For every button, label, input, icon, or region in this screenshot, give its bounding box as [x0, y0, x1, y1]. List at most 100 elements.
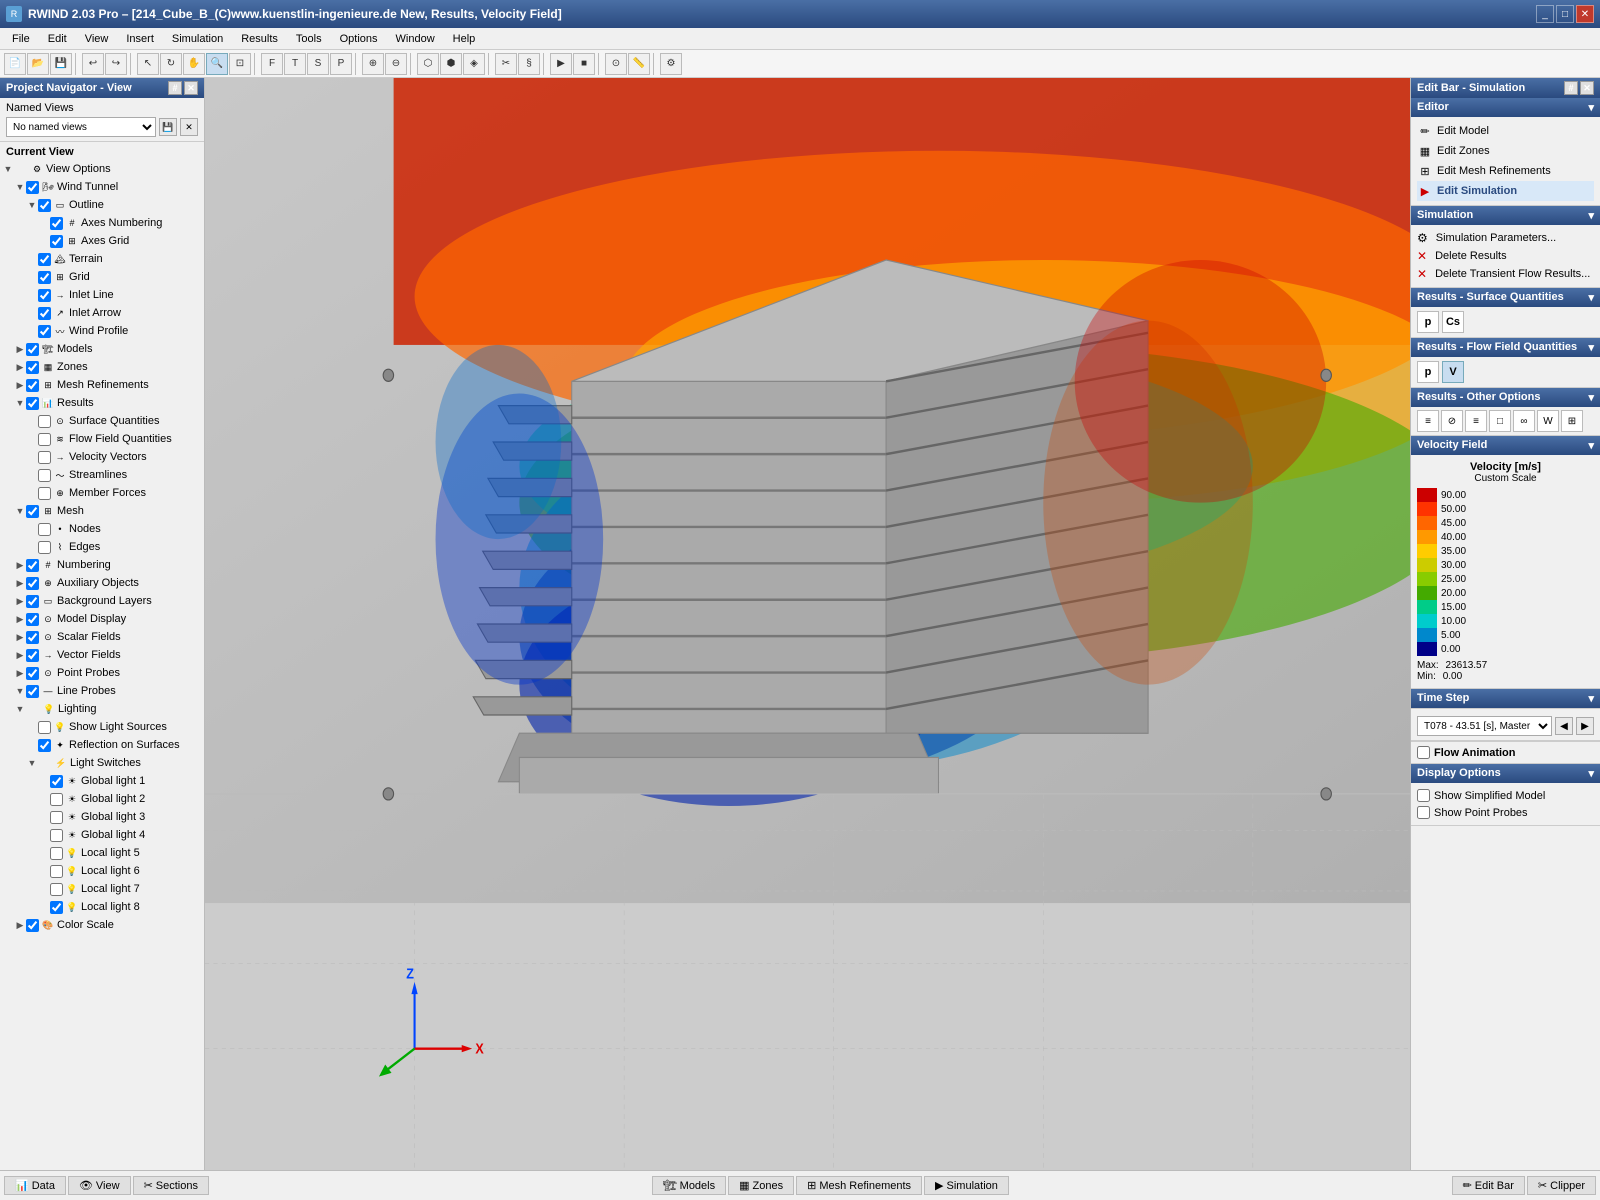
tree-check-edges[interactable] — [38, 541, 51, 554]
tree-item-local-light-6[interactable]: 💡Local light 6 — [0, 862, 204, 880]
tree-check-streamlines[interactable] — [38, 469, 51, 482]
mesh-refinements-tab[interactable]: ⊞ Mesh Refinements — [796, 1176, 922, 1195]
tree-item-terrain[interactable]: 🏔Terrain — [0, 250, 204, 268]
tb-select[interactable]: ↖ — [137, 53, 159, 75]
save-view-btn[interactable]: 💾 — [159, 118, 177, 136]
maximize-btn[interactable]: □ — [1556, 5, 1574, 23]
tree-item-global-light-2[interactable]: ☀Global light 2 — [0, 790, 204, 808]
tb-view-front[interactable]: F — [261, 53, 283, 75]
simulation-tab[interactable]: ▶ Simulation — [924, 1176, 1009, 1195]
tree-check-point-probes[interactable] — [26, 667, 39, 680]
delete-results-item[interactable]: ✕ Delete Results — [1417, 247, 1594, 265]
delete-view-btn[interactable]: ✕ — [180, 118, 198, 136]
tree-check-numbering[interactable] — [26, 559, 39, 572]
tree-check-inlet-line[interactable] — [38, 289, 51, 302]
models-tab[interactable]: 🏗 Models — [652, 1176, 726, 1195]
tree-check-local-light-7[interactable] — [50, 883, 63, 896]
tree-check-auxiliary-objects[interactable] — [26, 577, 39, 590]
flow-animation-checkbox[interactable] — [1417, 746, 1430, 759]
sections-tab[interactable]: ✂ Sections — [133, 1176, 209, 1195]
p-flow-btn[interactable]: p — [1417, 361, 1439, 383]
menu-view[interactable]: View — [77, 31, 117, 47]
other-btn-2[interactable]: ⊘ — [1441, 410, 1463, 432]
tree-item-view-options[interactable]: ▼⚙View Options — [0, 160, 204, 178]
tree-item-global-light-1[interactable]: ☀Global light 1 — [0, 772, 204, 790]
tree-item-reflection-on-surfaces[interactable]: ✦Reflection on Surfaces — [0, 736, 204, 754]
edit-zones-item[interactable]: ▦ Edit Zones — [1417, 141, 1594, 161]
tree-item-global-light-3[interactable]: ☀Global light 3 — [0, 808, 204, 826]
other-btn-5[interactable]: ∞ — [1513, 410, 1535, 432]
tb-rotate[interactable]: ↻ — [160, 53, 182, 75]
tree-check-wind-profile[interactable] — [38, 325, 51, 338]
tree-item-velocity-vectors[interactable]: →Velocity Vectors — [0, 448, 204, 466]
other-btn-1[interactable]: ≡ — [1417, 410, 1439, 432]
tree-check-mesh-refinements[interactable] — [26, 379, 39, 392]
tree-item-results[interactable]: ▼📊Results — [0, 394, 204, 412]
pressure-surface-btn[interactable]: p — [1417, 311, 1439, 333]
tree-check-local-light-8[interactable] — [50, 901, 63, 914]
tree-check-mesh[interactable] — [26, 505, 39, 518]
tb-view-top[interactable]: T — [284, 53, 306, 75]
tree-item-nodes[interactable]: •Nodes — [0, 520, 204, 538]
tree-check-model-display[interactable] — [26, 613, 39, 626]
other-btn-6[interactable]: W — [1537, 410, 1559, 432]
tree-check-vector-fields[interactable] — [26, 649, 39, 662]
menu-edit[interactable]: Edit — [40, 31, 75, 47]
menu-help[interactable]: Help — [445, 31, 484, 47]
clipper-tab[interactable]: ✂ Clipper — [1527, 1176, 1596, 1195]
tree-item-edges[interactable]: ⌇Edges — [0, 538, 204, 556]
tree-check-local-light-6[interactable] — [50, 865, 63, 878]
named-views-select[interactable]: No named views — [6, 117, 156, 137]
show-simplified-model-checkbox[interactable] — [1417, 789, 1430, 802]
tb-section[interactable]: § — [518, 53, 540, 75]
menu-simulation[interactable]: Simulation — [164, 31, 231, 47]
tree-check-results[interactable] — [26, 397, 39, 410]
tree-check-velocity-vectors[interactable] — [38, 451, 51, 464]
tree-item-mesh-refinements[interactable]: ▶⊞Mesh Refinements — [0, 376, 204, 394]
tree-item-model-display[interactable]: ▶⊙Model Display — [0, 610, 204, 628]
edit-simulation-item[interactable]: ▶ Edit Simulation — [1417, 181, 1594, 201]
zones-tab[interactable]: ▦ Zones — [728, 1176, 794, 1195]
tb-render-solid[interactable]: ⬢ — [440, 53, 462, 75]
tb-open[interactable]: 📂 — [27, 53, 49, 75]
tree-check-inlet-arrow[interactable] — [38, 307, 51, 320]
tree-check-show-light-sources[interactable] — [38, 721, 51, 734]
tree-item-mesh[interactable]: ▼⊞Mesh — [0, 502, 204, 520]
edit-model-item[interactable]: ✏ Edit Model — [1417, 121, 1594, 141]
menu-file[interactable]: File — [4, 31, 38, 47]
tree-check-zones[interactable] — [26, 361, 39, 374]
tree-check-local-light-5[interactable] — [50, 847, 63, 860]
tree-check-global-light-3[interactable] — [50, 811, 63, 824]
tree-check-wind-tunnel[interactable] — [26, 181, 39, 194]
ts-prev-btn[interactable]: ◀ — [1555, 717, 1573, 735]
tree-check-grid[interactable] — [38, 271, 51, 284]
view-tab[interactable]: 👁 View — [68, 1176, 131, 1195]
menu-options[interactable]: Options — [332, 31, 386, 47]
right-panel-pin-btn[interactable]: # — [1564, 81, 1578, 95]
tree-check-color-scale[interactable] — [26, 919, 39, 932]
tree-check-terrain[interactable] — [38, 253, 51, 266]
tree-check-scalar-fields[interactable] — [26, 631, 39, 644]
other-btn-4[interactable]: □ — [1489, 410, 1511, 432]
tree-item-axes-grid[interactable]: ⊞Axes Grid — [0, 232, 204, 250]
tb-measure[interactable]: 📏 — [628, 53, 650, 75]
tree-check-reflection-on-surfaces[interactable] — [38, 739, 51, 752]
tree-item-point-probes[interactable]: ▶⊙Point Probes — [0, 664, 204, 682]
close-btn[interactable]: ✕ — [1576, 5, 1594, 23]
tb-redo[interactable]: ↪ — [105, 53, 127, 75]
tb-undo[interactable]: ↩ — [82, 53, 104, 75]
window-controls[interactable]: _ □ ✕ — [1536, 5, 1594, 23]
tb-stop[interactable]: ■ — [573, 53, 595, 75]
tree-item-axes-numbering[interactable]: #Axes Numbering — [0, 214, 204, 232]
viewport[interactable]: Z X — [205, 78, 1410, 1170]
menu-insert[interactable]: Insert — [118, 31, 162, 47]
tree-item-local-light-5[interactable]: 💡Local light 5 — [0, 844, 204, 862]
tree-item-streamlines[interactable]: 〜Streamlines — [0, 466, 204, 484]
edit-mesh-item[interactable]: ⊞ Edit Mesh Refinements — [1417, 161, 1594, 181]
tree-item-member-forces[interactable]: ⊕Member Forces — [0, 484, 204, 502]
menu-results[interactable]: Results — [233, 31, 286, 47]
tb-settings[interactable]: ⚙ — [660, 53, 682, 75]
tree-item-global-light-4[interactable]: ☀Global light 4 — [0, 826, 204, 844]
tree-item-models[interactable]: ▶🏗Models — [0, 340, 204, 358]
tb-hide-sel[interactable]: ⊖ — [385, 53, 407, 75]
